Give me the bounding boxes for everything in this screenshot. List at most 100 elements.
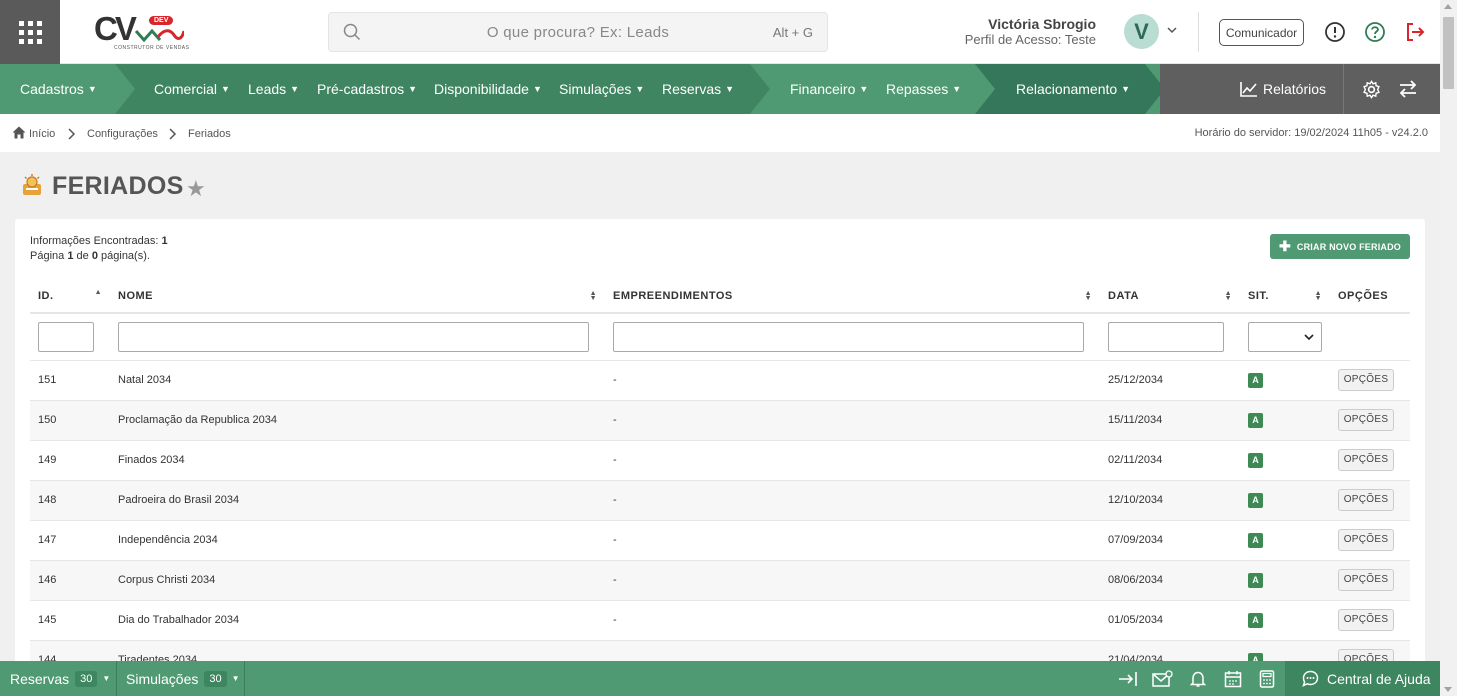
user-name: Victória Sbrogio (988, 16, 1096, 32)
sort-icon: ▲ ▼ (589, 290, 597, 302)
avatar[interactable]: V (1124, 14, 1159, 49)
cell-empreendimentos: - (605, 480, 1100, 521)
communicator-button[interactable]: Comunicador (1219, 19, 1304, 46)
nav-item-simulacoes[interactable]: Simulações ▼ (559, 81, 644, 97)
mail-settings-icon[interactable] (1152, 670, 1174, 688)
bell-icon[interactable] (1189, 670, 1207, 688)
logo-subtitle: CONSTRUTOR DE VENDAS (114, 45, 190, 51)
filter-sit-select[interactable] (1248, 321, 1322, 352)
simulacoes-tab[interactable]: Simulações 30 ▼ (126, 661, 240, 696)
cell-opcoes: OPÇÕES (1330, 480, 1410, 521)
cell-empreendimentos: - (605, 520, 1100, 561)
sort-icon: ▲ ▼ (1084, 290, 1092, 302)
table-row: 151 Natal 2034-25/12/2034 A OPÇÕES (30, 360, 1410, 401)
options-button[interactable]: OPÇÕES (1338, 409, 1394, 431)
nav-item-disponibilidade[interactable]: Disponibilidade ▼ (434, 81, 542, 97)
apps-grid-icon[interactable] (0, 0, 60, 64)
cell-sit: A (1240, 480, 1330, 521)
cell-nome: Proclamação da Republica 2034 (110, 400, 605, 441)
help-icon[interactable] (1364, 21, 1386, 43)
logo[interactable]: CV DEV CONSTRUTOR DE VENDAS (92, 10, 190, 54)
chevron-right-icon (169, 128, 177, 140)
home-icon[interactable] (12, 126, 26, 139)
scrollbar-thumb[interactable] (1443, 17, 1454, 89)
cell-id: 146 (30, 560, 110, 601)
column-header-id[interactable]: ID. ▲ (30, 279, 110, 314)
info-icon[interactable] (1324, 21, 1346, 43)
reservas-tab[interactable]: Reservas 30 ▼ (10, 661, 110, 696)
page-scrollbar[interactable] (1440, 0, 1457, 696)
nav-item-comercial[interactable]: Comercial ▼ (154, 81, 230, 97)
info-found: Informações Encontradas: 1 (30, 235, 168, 247)
search-input[interactable]: O que procura? Ex: Leads Alt + G (328, 12, 828, 52)
nav-item-pre-cadastros[interactable]: Pré-cadastros ▼ (317, 81, 417, 97)
cell-opcoes: OPÇÕES (1330, 600, 1410, 641)
nav-item-cadastros[interactable]: Cadastros ▼ (20, 81, 97, 97)
options-button[interactable]: OPÇÕES (1338, 369, 1394, 391)
cell-data: 02/11/2034 (1100, 440, 1240, 481)
chart-line-icon (1240, 82, 1257, 97)
scroll-up-icon[interactable] (1444, 4, 1452, 9)
status-badge: A (1248, 492, 1263, 508)
filter-nome-input[interactable] (118, 321, 589, 352)
nav-item-financeiro[interactable]: Financeiro ▼ (790, 81, 868, 97)
nav-item-relatorios[interactable]: Relatórios (1240, 81, 1326, 97)
calendar-icon[interactable] (1224, 670, 1242, 688)
column-header-empreendimentos[interactable]: EMPREENDIMENTOS ▲ ▼ (605, 279, 1100, 314)
favorite-star-icon[interactable]: ★ (186, 176, 206, 202)
calculator-icon[interactable] (1259, 670, 1275, 688)
breadcrumb-configuracoes[interactable]: Configurações (87, 128, 158, 140)
cell-empreendimentos: - (605, 400, 1100, 441)
collapse-right-icon[interactable] (1118, 670, 1138, 688)
logo-dev-badge: DEV (149, 16, 174, 25)
cell-opcoes: OPÇÕES (1330, 560, 1410, 601)
bottom-divider (116, 661, 117, 696)
filter-data-input[interactable] (1108, 321, 1224, 352)
column-header-sit[interactable]: SIT. ▲ ▼ (1240, 279, 1330, 314)
create-holiday-button[interactable]: ✚ CRIAR NOVO FERIADO (1270, 234, 1410, 259)
table-row: 145 Dia do Trabalhador 2034-01/05/2034 A OP… (30, 600, 1410, 641)
cell-opcoes: OPÇÕES (1330, 400, 1410, 441)
breadcrumb-feriados: Feriados (188, 128, 231, 140)
help-center-button[interactable]: Central de Ajuda (1285, 661, 1440, 696)
column-header-nome[interactable]: NOME ▲ ▼ (110, 279, 605, 314)
logo-wave-icon (134, 28, 184, 43)
cell-data: 08/06/2034 (1100, 560, 1240, 601)
column-header-data[interactable]: DATA ▲ ▼ (1100, 279, 1240, 314)
scroll-down-icon[interactable] (1444, 687, 1452, 692)
switch-arrows-icon[interactable] (1398, 80, 1418, 98)
cell-data: 12/10/2034 (1100, 480, 1240, 521)
cell-nome: Independência 2034 (110, 520, 605, 561)
nav-item-leads[interactable]: Leads ▼ (248, 81, 299, 97)
options-button[interactable]: OPÇÕES (1338, 529, 1394, 551)
breadcrumb-home[interactable]: Início (29, 128, 55, 140)
gear-icon[interactable] (1362, 80, 1381, 99)
cell-empreendimentos: - (605, 560, 1100, 601)
top-header: CV DEV CONSTRUTOR DE VENDAS O que procur… (0, 0, 1440, 64)
status-badge: A (1248, 612, 1263, 628)
options-button[interactable]: OPÇÕES (1338, 489, 1394, 511)
nav-item-reservas[interactable]: Reservas ▼ (662, 81, 734, 97)
cell-data: 07/09/2034 (1100, 520, 1240, 561)
nav-item-repasses[interactable]: Repasses ▼ (886, 81, 961, 97)
chevron-down-icon[interactable] (1166, 24, 1178, 36)
nav-divider (1343, 64, 1344, 114)
cell-sit: A (1240, 600, 1330, 641)
options-button[interactable]: OPÇÕES (1338, 449, 1394, 471)
filter-empreendimentos-input[interactable] (613, 321, 1084, 352)
header-divider (1198, 12, 1199, 52)
logo-text: CV (94, 10, 137, 47)
table-row: 146 Corpus Christi 2034-08/06/2034 A OPÇÕES (30, 560, 1410, 601)
filter-id-input[interactable] (38, 321, 94, 352)
cell-nome: Dia do Trabalhador 2034 (110, 600, 605, 641)
user-role: Perfil de Acesso: Teste (964, 32, 1096, 47)
search-placeholder: O que procura? Ex: Leads (486, 24, 670, 41)
nav-item-relacionamento[interactable]: Relacionamento ▼ (1016, 81, 1130, 97)
options-button[interactable]: OPÇÕES (1338, 609, 1394, 631)
logout-icon[interactable] (1404, 21, 1426, 43)
options-button[interactable]: OPÇÕES (1338, 569, 1394, 591)
table-row: 150 Proclamação da Republica 2034-15/11/2… (30, 400, 1410, 441)
chat-icon (1302, 670, 1319, 687)
status-badge: A (1248, 452, 1263, 468)
cell-id: 147 (30, 520, 110, 561)
